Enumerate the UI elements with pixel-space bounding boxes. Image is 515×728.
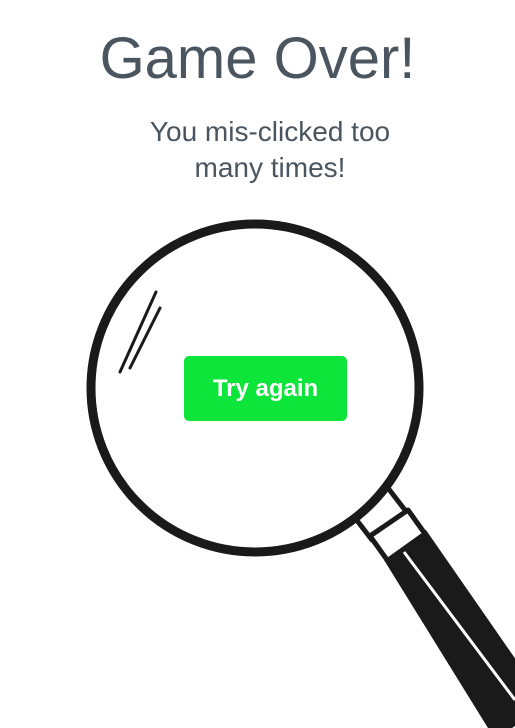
magnifier-handle xyxy=(349,485,515,728)
try-again-button[interactable]: Try again xyxy=(184,356,347,421)
